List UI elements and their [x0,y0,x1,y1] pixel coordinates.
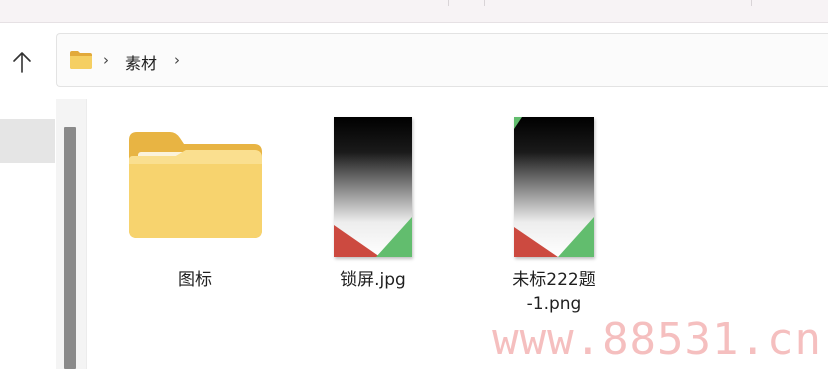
address-bar[interactable]: › 素材 › [56,33,828,87]
strip-divider [448,0,449,6]
up-button[interactable] [6,44,38,80]
image-thumbnail [514,117,594,257]
chevron-right-icon[interactable]: › [174,51,180,69]
image-thumbnail [334,117,412,257]
pane-divider [86,99,87,369]
file-name: 锁屏.jpg [340,270,406,290]
folder-icon [129,132,262,238]
strip-divider [751,0,752,6]
file-name: -1.png [526,294,582,314]
folder-icon [70,51,92,69]
watermark: www.88531.cn [492,314,822,365]
scrollbar-thumb[interactable] [64,127,76,369]
file-name: 未标222题 [512,270,596,290]
strip-divider [484,0,485,6]
file-item-folder[interactable]: 图标 [129,120,262,295]
arrow-up-icon [13,52,31,73]
file-item-image[interactable]: 锁屏.jpg [313,117,433,297]
chevron-right-icon: › [103,51,109,69]
title-strip [0,0,828,23]
file-item-image[interactable]: 未标222题 -1.png [494,117,614,317]
sidebar-item-selected[interactable] [0,119,55,163]
breadcrumb-item-current[interactable]: 素材 [125,50,157,74]
file-name: 图标 [178,270,212,290]
